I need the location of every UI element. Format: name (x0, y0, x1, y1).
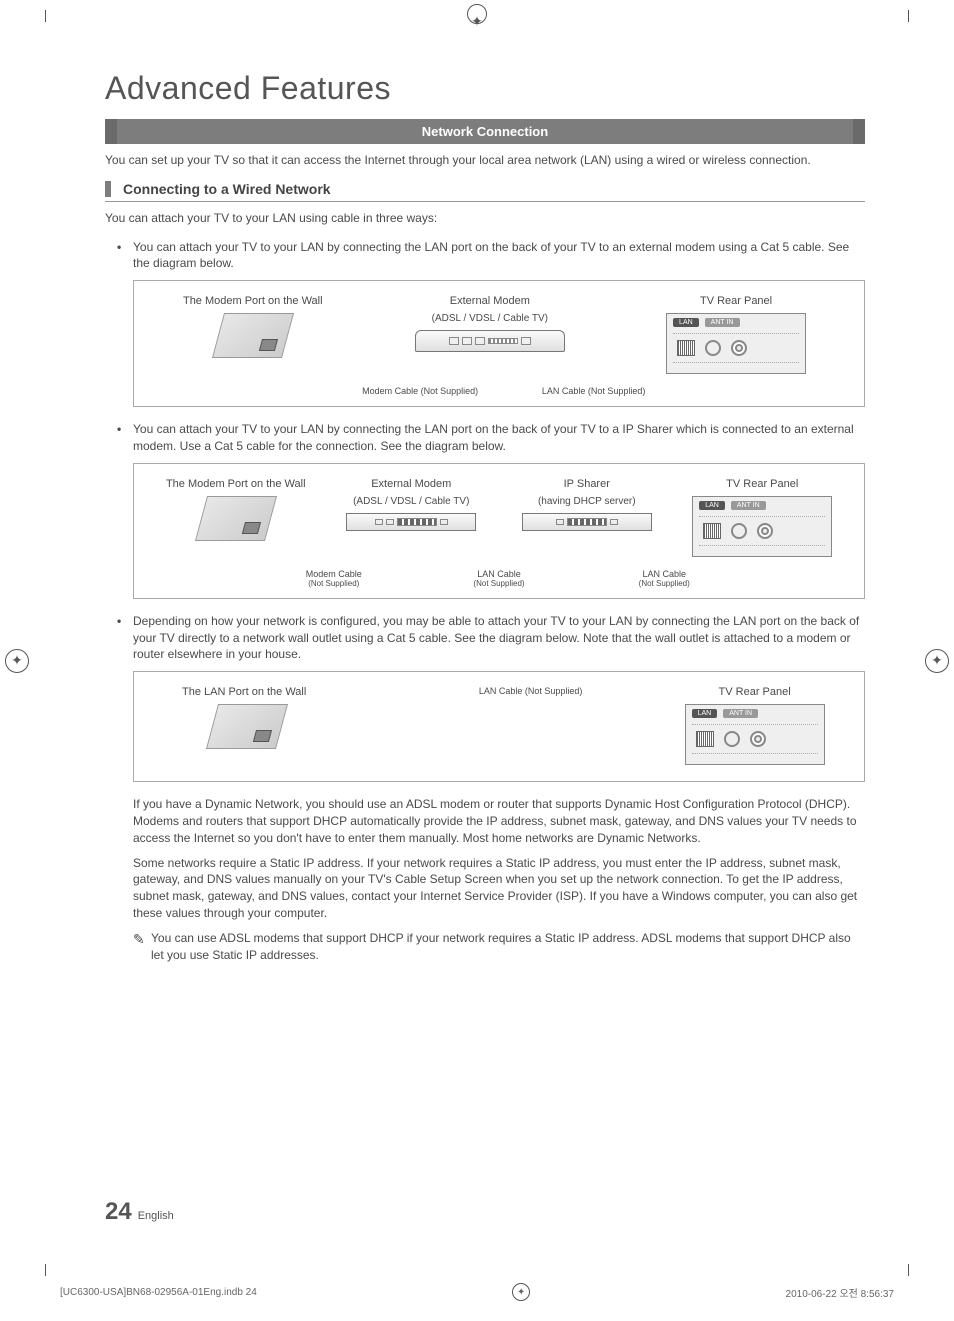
diagram-1: The Modem Port on the Wall External Mode… (133, 280, 865, 407)
modem-icon-2 (346, 513, 476, 531)
bullet-list-2: You can attach your TV to your LAN by co… (105, 421, 865, 455)
d1-wall-label: The Modem Port on the Wall (152, 295, 354, 307)
note-row: ✎ You can use ADSL modems that support D… (133, 930, 865, 964)
d2-modem-sub: (ADSL / VDSL / Cable TV) (328, 496, 496, 507)
wall-port-icon-2 (195, 496, 277, 541)
d2-wall-label: The Modem Port on the Wall (152, 478, 320, 490)
page-language: English (138, 1210, 174, 1222)
d1-modem-sub: (ADSL / VDSL / Cable TV) (362, 313, 619, 324)
d2-sharer-label: IP Sharer (503, 478, 671, 490)
bullet-list: You can attach your TV to your LAN by co… (105, 239, 865, 273)
d2-sharer-sub: (having DHCP server) (503, 496, 671, 507)
d3-rear-label: TV Rear Panel (663, 686, 846, 698)
lan-chip-2: LAN (699, 501, 725, 510)
ant-chip: ANT IN (705, 318, 740, 327)
d2-mc-ns: (Not Supplied) (251, 579, 416, 588)
d2-lc2-ns: (Not Supplied) (582, 579, 747, 588)
modem-icon (415, 330, 565, 352)
intro-text: You can set up your TV so that it can ac… (105, 152, 865, 169)
paragraph-dhcp: If you have a Dynamic Network, you shoul… (133, 796, 865, 846)
d1-modem-label: External Modem (362, 295, 619, 307)
d1-modem-cable: Modem Cable (Not Supplied) (362, 386, 478, 396)
d1-rear-label: TV Rear Panel (626, 295, 846, 307)
note-icon: ✎ (133, 930, 151, 964)
footer-file: [UC6300-USA]BN68-02956A-01Eng.indb 24 (60, 1287, 257, 1298)
wall-port-icon (212, 313, 294, 358)
page-number: 24 (105, 1198, 132, 1226)
d1-lan-cable: LAN Cable (Not Supplied) (542, 386, 646, 396)
d2-modem-label: External Modem (328, 478, 496, 490)
d2-lc1-ns: (Not Supplied) (416, 579, 581, 588)
d3-lan-cable: LAN Cable (Not Supplied) (479, 686, 583, 706)
lan-chip: LAN (673, 318, 699, 327)
footer-timestamp: 2010-06-22 오전 8:56:37 (786, 1285, 894, 1300)
heading-marker (105, 181, 111, 197)
d2-rear-label: TV Rear Panel (679, 478, 847, 490)
crop-mark-right: ✦ (925, 649, 949, 673)
crop-mark-top: ✦ (45, 10, 909, 22)
tv-rear-panel-icon: LAN ANT IN (666, 313, 806, 374)
print-footer: [UC6300-USA]BN68-02956A-01Eng.indb 24 ✦ … (60, 1283, 894, 1301)
page-content: Advanced Features Network Connection You… (105, 70, 865, 963)
paragraph-block: If you have a Dynamic Network, you shoul… (133, 796, 865, 963)
crop-mark-bottom (45, 1264, 909, 1276)
chapter-title: Advanced Features (105, 70, 865, 107)
bullet-1: You can attach your TV to your LAN by co… (105, 239, 865, 273)
section-heading: Network Connection (105, 119, 865, 144)
wall-port-icon-3 (206, 704, 288, 749)
lan-chip-3: LAN (692, 709, 718, 718)
d2-mc: Modem Cable (306, 569, 362, 579)
sharer-icon (522, 513, 652, 531)
d2-lc2: LAN Cable (642, 569, 686, 579)
tv-rear-panel-icon-2: LAN ANT IN (692, 496, 832, 557)
d3-wall-label: The LAN Port on the Wall (182, 686, 398, 698)
sub-heading-row: Connecting to a Wired Network (105, 181, 865, 202)
paragraph-static: Some networks require a Static IP addres… (133, 855, 865, 922)
sub-heading: Connecting to a Wired Network (123, 181, 331, 197)
bullet-3: Depending on how your network is configu… (105, 613, 865, 663)
ant-chip-3: ANT IN (723, 709, 758, 718)
crop-mark-left: ✦ (5, 649, 29, 673)
bullet-list-3: Depending on how your network is configu… (105, 613, 865, 663)
diagram-2: The Modem Port on the Wall External Mode… (133, 463, 865, 599)
page-number-row: 24 English (105, 1198, 174, 1226)
lead-in-text: You can attach your TV to your LAN using… (105, 210, 865, 227)
tv-rear-panel-icon-3: LAN ANT IN (685, 704, 825, 765)
d2-lc1: LAN Cable (477, 569, 521, 579)
ant-chip-2: ANT IN (731, 501, 766, 510)
registration-mark-icon: ✦ (512, 1283, 530, 1301)
note-text: You can use ADSL modems that support DHC… (151, 930, 865, 964)
bullet-2: You can attach your TV to your LAN by co… (105, 421, 865, 455)
diagram-3: The LAN Port on the Wall LAN Cable (Not … (133, 671, 865, 782)
